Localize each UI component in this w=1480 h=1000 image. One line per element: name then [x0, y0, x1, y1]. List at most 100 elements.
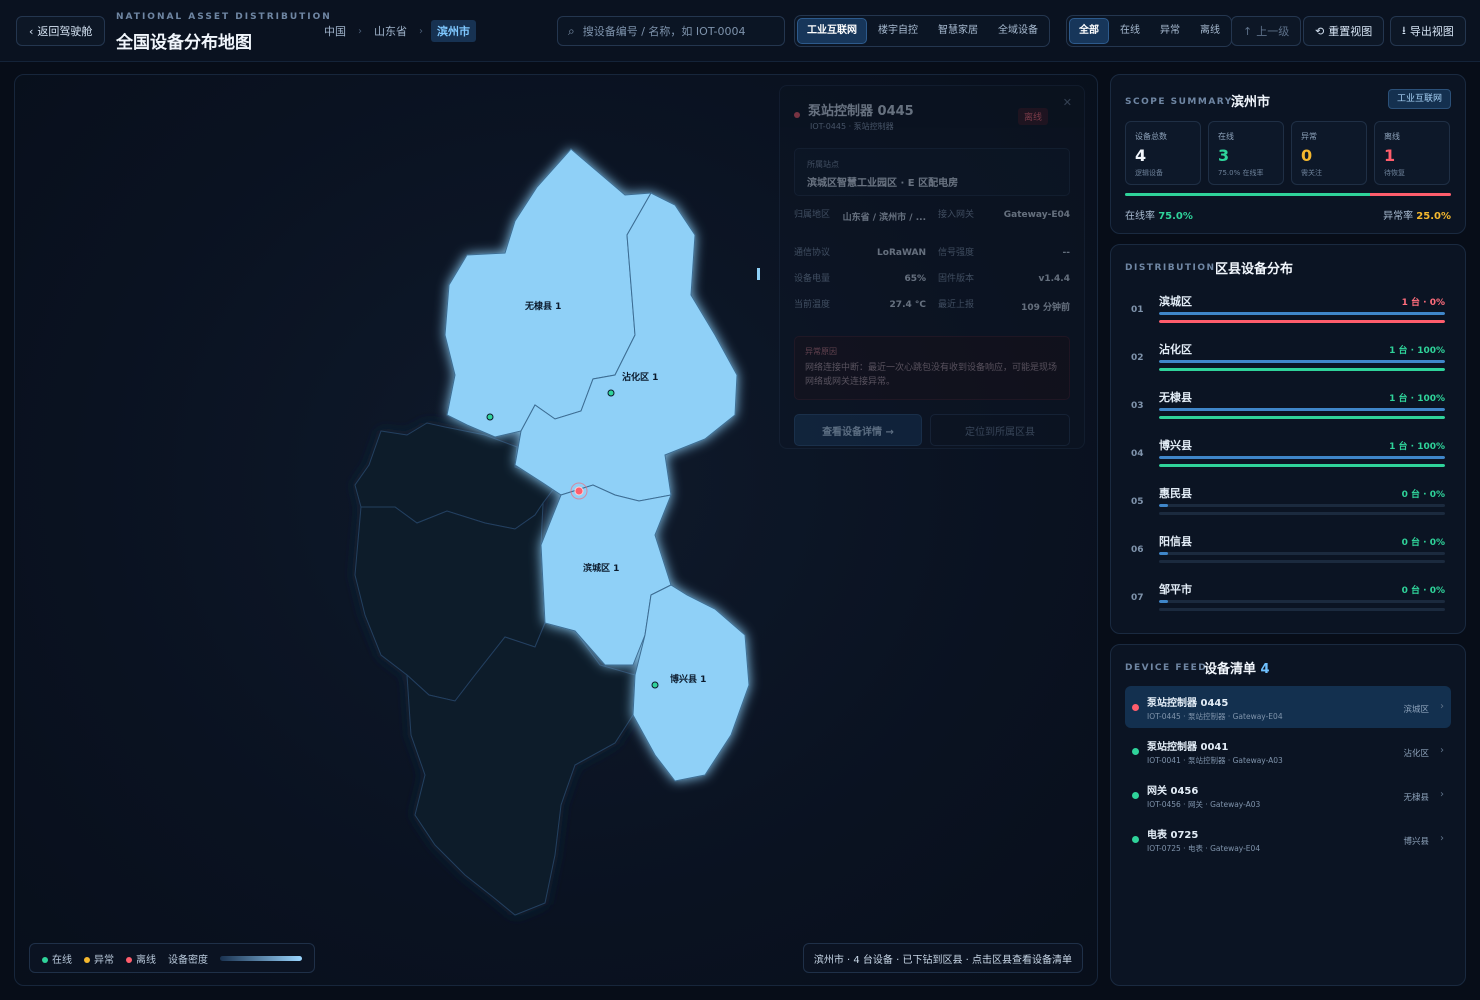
share-bar-fill [1159, 552, 1168, 555]
device-marker-online[interactable] [607, 389, 615, 397]
row-region-name: 博兴县 [1159, 439, 1192, 452]
row-index: 01 [1131, 305, 1144, 315]
breadcrumb-city[interactable]: 滨州市 [431, 20, 476, 42]
distribution-row[interactable]: 02 沾化区 1 台 · 100% [1125, 339, 1451, 379]
site-label: 所属站点 [807, 160, 839, 169]
field-value: LoRaWAN [877, 248, 926, 258]
row-count: 0 台 · 0% [1401, 586, 1445, 596]
tab-smart-home[interactable]: 智慧家居 [929, 18, 987, 44]
close-icon[interactable]: ✕ [1063, 96, 1072, 109]
feed-title: 设备清单 4 [1204, 658, 1270, 677]
stat-sub: 需关注 [1301, 169, 1322, 177]
ratio-online-fill [1125, 193, 1370, 196]
device-marker-offline-selected[interactable] [574, 486, 584, 496]
distribution-row[interactable]: 04 博兴县 1 台 · 100% [1125, 435, 1451, 475]
online-ratio-bar [1125, 193, 1451, 196]
stat-label: 异常 [1301, 132, 1317, 141]
health-bar [1159, 608, 1445, 611]
field-value: 65% [904, 274, 926, 284]
row-region-name: 惠民县 [1159, 487, 1192, 500]
scope-tag: 工业互联网 [1387, 89, 1451, 109]
distribution-row[interactable]: 07 邹平市 0 台 · 0% [1125, 579, 1451, 619]
online-rate-value: 75.0% [1158, 211, 1193, 222]
status-dot [1132, 792, 1139, 799]
online-rate-label: 在线率 [1125, 211, 1155, 222]
health-bar-fill [1159, 464, 1445, 467]
search-icon: ⌕ [568, 23, 575, 38]
stat-value: 0 [1301, 146, 1313, 165]
device-meta: IOT-0445 · 泵站控制器 · Gateway-E04 [1147, 712, 1283, 721]
tab-all-devices[interactable]: 全域设备 [989, 18, 1047, 44]
share-bar-fill [1159, 360, 1445, 363]
ratio-offline-fill [1369, 193, 1451, 196]
row-region-name: 无棣县 [1159, 391, 1192, 404]
tab-building-control[interactable]: 楼宇自控 [869, 18, 927, 44]
search-input[interactable] [582, 24, 763, 38]
chevron-right-icon: › [1440, 701, 1444, 712]
status-dot-offline [794, 112, 800, 118]
stat-label: 在线 [1218, 132, 1234, 141]
device-meta: IOT-0725 · 电表 · Gateway-E04 [1147, 844, 1261, 853]
feed-title-text: 设备清单 [1204, 662, 1257, 677]
site-box: 所属站点 滨城区智慧工业园区 · E 区配电房 [794, 148, 1070, 196]
stat-sub: 待恢复 [1384, 169, 1405, 177]
distribution-eyebrow: DISTRIBUTION [1125, 263, 1216, 273]
distribution-row[interactable]: 06 阳信县 0 台 · 0% [1125, 531, 1451, 571]
export-view-button[interactable]: ⭳ 导出视图 [1390, 16, 1466, 46]
status-dot [1132, 748, 1139, 755]
view-device-detail-button[interactable]: 查看设备详情 → [794, 414, 922, 446]
health-bar [1159, 512, 1445, 515]
row-index: 02 [1131, 353, 1144, 363]
scope-title: 滨州市 [1231, 95, 1271, 110]
field-key: 归属地区 [794, 210, 831, 220]
device-search[interactable]: ⌕ [557, 16, 785, 46]
status-tabs: 全部 在线 异常 离线 [1066, 15, 1232, 47]
refresh-icon: ⟲ [1315, 24, 1325, 38]
device-feed-item[interactable]: 泵站控制器 0445 IOT-0445 · 泵站控制器 · Gateway-E04… [1125, 686, 1451, 728]
reset-view-button[interactable]: ⟲ 重置视图 [1303, 16, 1385, 46]
device-meta: IOT-0041 · 泵站控制器 · Gateway-A03 [1147, 756, 1283, 765]
device-marker-online[interactable] [651, 681, 659, 689]
map-status-note: 滨州市 · 4 台设备 · 已下钻到区县 · 点击区县查看设备清单 [802, 943, 1083, 973]
device-name: 电表 0725 [1147, 830, 1199, 841]
feed-eyebrow: DEVICE FEED [1125, 663, 1208, 673]
row-count: 1 台 · 100% [1389, 346, 1445, 356]
device-marker-online[interactable] [486, 413, 494, 421]
up-level-button[interactable]: ↑ 上一级 [1231, 16, 1302, 46]
map-panel: 无棣县 1 沾化区 1 滨城区 1 博兴县 1 泵站控制器 0445 IOT-0… [14, 74, 1098, 986]
breadcrumb: 中国 › 山东省 › 滨州市 [320, 20, 476, 42]
status-tab-offline[interactable]: 离线 [1191, 18, 1229, 44]
row-region-name: 邹平市 [1159, 583, 1192, 596]
distribution-row[interactable]: 05 惠民县 0 台 · 0% [1125, 483, 1451, 523]
stat-total: 设备总数 4 逻辑设备 [1125, 121, 1201, 185]
breadcrumb-country[interactable]: 中国 [320, 20, 350, 42]
status-tab-all[interactable]: 全部 [1069, 18, 1109, 44]
breadcrumb-province[interactable]: 山东省 [370, 20, 411, 42]
share-bar [1159, 600, 1445, 603]
field-value: 109 分钟前 [1021, 303, 1070, 313]
chevron-right-icon: › [1440, 789, 1444, 800]
stat-offline: 离线 1 待恢复 [1374, 121, 1450, 185]
locate-region-button[interactable]: 定位到所属区县 [930, 414, 1070, 446]
device-feed-item[interactable]: 电表 0725 IOT-0725 · 电表 · Gateway-E04 博兴县 › [1125, 818, 1451, 860]
distribution-row[interactable]: 03 无棣县 1 台 · 100% [1125, 387, 1451, 427]
field-value: -- [1062, 248, 1070, 258]
distribution-row[interactable]: 01 滨城区 1 台 · 0% [1125, 291, 1451, 331]
stat-label: 离线 [1384, 132, 1400, 141]
row-region-name: 沾化区 [1159, 343, 1192, 356]
share-bar-fill [1159, 600, 1168, 603]
distribution-title: 区县设备分布 [1215, 262, 1294, 277]
region-label-bincheng: 滨城区 1 [583, 562, 619, 574]
chevron-right-icon: › [419, 25, 423, 37]
back-to-cockpit-button[interactable]: ‹ 返回驾驶舱 [16, 16, 106, 46]
row-index: 06 [1131, 545, 1144, 555]
status-tab-online[interactable]: 在线 [1111, 18, 1149, 44]
status-tab-warning[interactable]: 异常 [1151, 18, 1189, 44]
legend-label: 在线 [52, 954, 72, 966]
health-bar [1159, 368, 1445, 371]
device-feed-item[interactable]: 泵站控制器 0041 IOT-0041 · 泵站控制器 · Gateway-A03… [1125, 730, 1451, 772]
row-index: 04 [1131, 449, 1144, 459]
device-feed-item[interactable]: 网关 0456 IOT-0456 · 网关 · Gateway-A03 无棣县 › [1125, 774, 1451, 816]
health-bar-fill [1159, 368, 1445, 371]
tab-industrial-iot[interactable]: 工业互联网 [797, 18, 867, 44]
